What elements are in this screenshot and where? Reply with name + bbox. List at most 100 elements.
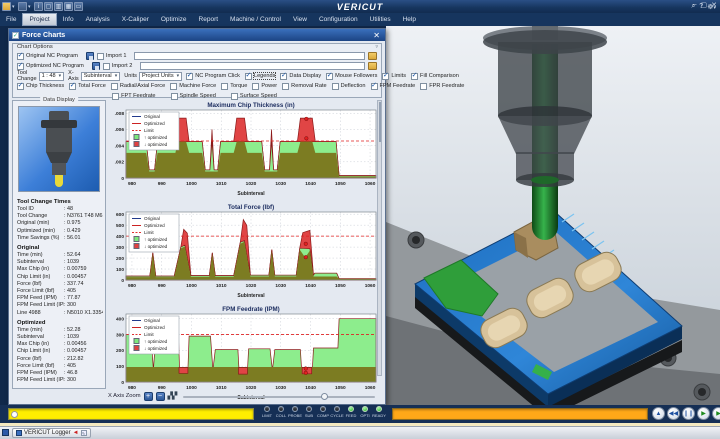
import-path-field[interactable] — [140, 62, 365, 70]
zoom-slider-handle[interactable] — [321, 393, 328, 400]
menu-item-view[interactable]: View — [287, 13, 313, 26]
checkbox-box[interactable] — [111, 83, 118, 90]
checkbox-optimized-nc-program[interactable]: Optimized NC Program — [17, 63, 84, 70]
layout-single-icon[interactable]: ▢ — [44, 2, 53, 11]
zoom-out-button[interactable]: − — [156, 392, 165, 401]
checkbox-deflection[interactable]: Deflection — [332, 83, 366, 90]
eject-button[interactable]: ▲ — [652, 407, 665, 420]
checkbox-nc-program-click[interactable]: NC Program Click — [186, 73, 240, 80]
settings-icon[interactable]: ☸▾ — [707, 3, 716, 11]
save-project-icon[interactable] — [18, 2, 27, 11]
checkbox-box[interactable] — [17, 53, 24, 60]
dialog-title-bar[interactable]: ✓ Force Charts ✕ — [9, 29, 385, 41]
checkbox-box[interactable] — [17, 63, 24, 70]
checkbox-import-1[interactable]: Import 1 — [97, 53, 127, 60]
checkbox-box[interactable] — [332, 83, 339, 90]
menu-item-machine-control[interactable]: Machine / Control — [224, 13, 287, 26]
checkbox-data-display[interactable]: Data Display — [280, 73, 321, 80]
optimization-progress-bar[interactable] — [392, 408, 648, 420]
checkbox-box[interactable] — [371, 83, 378, 90]
menu-item-project[interactable]: Project — [22, 13, 56, 26]
checkbox-box[interactable] — [186, 73, 193, 80]
menu-item-file[interactable]: File — [0, 13, 22, 26]
checkbox-box[interactable] — [420, 83, 427, 90]
menu-item-utilities[interactable]: Utilities — [364, 13, 397, 26]
open-caret-icon[interactable]: ▾ — [12, 4, 17, 10]
checkbox-surface-speed[interactable]: Surface Speed — [231, 93, 277, 100]
checkbox-box[interactable] — [171, 93, 178, 100]
menu-item-help[interactable]: Help — [397, 13, 422, 26]
checkbox-fpt-feedrate[interactable]: FPT Feedrate — [112, 93, 155, 100]
checkbox-box[interactable] — [69, 83, 76, 90]
info-icon[interactable]: i — [34, 2, 43, 11]
checkbox-box[interactable] — [252, 83, 259, 90]
checkbox-box[interactable] — [282, 83, 289, 90]
pause-button[interactable]: ❙❙ — [682, 407, 695, 420]
menu-item-report[interactable]: Report — [193, 13, 225, 26]
checkbox-box[interactable] — [411, 73, 418, 80]
tool-change-select[interactable]: 1 : 48▾ — [39, 72, 65, 81]
collapse-panel-icon[interactable]: ▿ — [375, 44, 378, 50]
checkbox-box[interactable] — [170, 83, 177, 90]
checkbox-box[interactable] — [17, 83, 24, 90]
help-icon[interactable]: ? — [699, 3, 703, 10]
checkbox-torque[interactable]: Torque — [221, 83, 247, 90]
search-icon[interactable]: ⌕ — [691, 3, 695, 11]
layout-grid-icon[interactable]: ▦ — [64, 2, 73, 11]
nc-program-progress-bar[interactable] — [8, 408, 254, 420]
menu-item-info[interactable]: Info — [57, 13, 80, 26]
checkbox-total-force[interactable]: Total Force — [69, 83, 106, 90]
checkbox-fill-comparison[interactable]: Fill Comparison — [411, 73, 459, 80]
checkbox-limits[interactable]: Limits — [382, 73, 406, 80]
checkbox-box[interactable] — [382, 73, 389, 80]
folder-browse-icon[interactable] — [368, 52, 377, 60]
checkbox-chip-thickness[interactable]: Chip Thickness — [17, 83, 64, 90]
checkbox-spindle-speed[interactable]: Spindle Speed — [171, 93, 216, 100]
folder-browse-icon[interactable] — [368, 62, 377, 70]
checkbox-box[interactable] — [103, 63, 110, 70]
checkbox-machine-force[interactable]: Machine Force — [170, 83, 216, 90]
step-button[interactable]: ▶ — [712, 407, 720, 420]
checkbox-mouse-followers[interactable]: Mouse Followers — [326, 73, 377, 80]
zoom-in-button[interactable]: + — [144, 392, 153, 401]
menu-item-optimize[interactable]: Optimize — [155, 13, 193, 26]
save-icon[interactable] — [92, 62, 100, 70]
charts-scrollbar[interactable] — [377, 100, 382, 376]
chart-maximum-chip-thickness-in-[interactable]: 0.002.004.006.00898099010001010102010301… — [108, 100, 380, 202]
progress-handle[interactable] — [11, 411, 18, 418]
vericut-logger-button[interactable]: VERICUT Logger ◄ ✎ — [12, 428, 91, 438]
zoom-fit-icon[interactable]: ▞▞ — [168, 392, 177, 400]
checkbox-box[interactable] — [280, 73, 287, 80]
checkbox-original-nc-program[interactable]: Original NC Program — [17, 53, 78, 60]
save-caret-icon[interactable]: ▾ — [28, 4, 33, 10]
menu-item-configuration[interactable]: Configuration — [313, 13, 364, 26]
units-select[interactable]: Project Units▾ — [139, 72, 182, 81]
open-project-icon[interactable] — [2, 2, 11, 11]
save-icon[interactable] — [86, 52, 94, 60]
checkbox-import-2[interactable]: Import 2 — [103, 63, 133, 70]
checkbox-box[interactable] — [245, 73, 252, 80]
dialog-close-icon[interactable]: ✕ — [371, 31, 382, 40]
x-axis-select[interactable]: Subinterval▾ — [81, 72, 121, 81]
checkbox-box[interactable] — [231, 93, 238, 100]
chart-total-force-lbf-[interactable]: 0100200300400500600980990100010101020103… — [108, 202, 380, 304]
checkbox-box[interactable] — [221, 83, 228, 90]
menu-item-x-caliper[interactable]: X-Caliper — [116, 13, 155, 26]
monitor-icon[interactable]: ▭ — [74, 2, 83, 11]
checkbox-box[interactable] — [112, 93, 119, 100]
checkbox-fpr-feedrate[interactable]: FPR Feedrate — [420, 83, 464, 90]
rewind-button[interactable]: ◀◀ — [667, 407, 680, 420]
play-button[interactable]: ▶ — [697, 407, 710, 420]
zoom-slider[interactable] — [183, 392, 375, 401]
layout-split-icon[interactable]: ▥ — [54, 2, 63, 11]
checkbox-power[interactable]: Power — [252, 83, 277, 90]
logger-clear-icon[interactable]: ✎ — [81, 430, 87, 436]
checkbox-box[interactable] — [326, 73, 333, 80]
checkbox-legends[interactable]: Legends — [245, 73, 275, 80]
menu-item-analysis[interactable]: Analysis — [80, 13, 116, 26]
checkbox-removal-rate[interactable]: Removal Rate — [282, 83, 326, 90]
checkbox-box[interactable] — [97, 53, 104, 60]
import-path-field[interactable] — [134, 52, 365, 60]
checkbox-fpm-feedrate[interactable]: FPM Feedrate — [371, 83, 416, 90]
checkbox-radial-axial-force[interactable]: Radial/Axial Force — [111, 83, 165, 90]
